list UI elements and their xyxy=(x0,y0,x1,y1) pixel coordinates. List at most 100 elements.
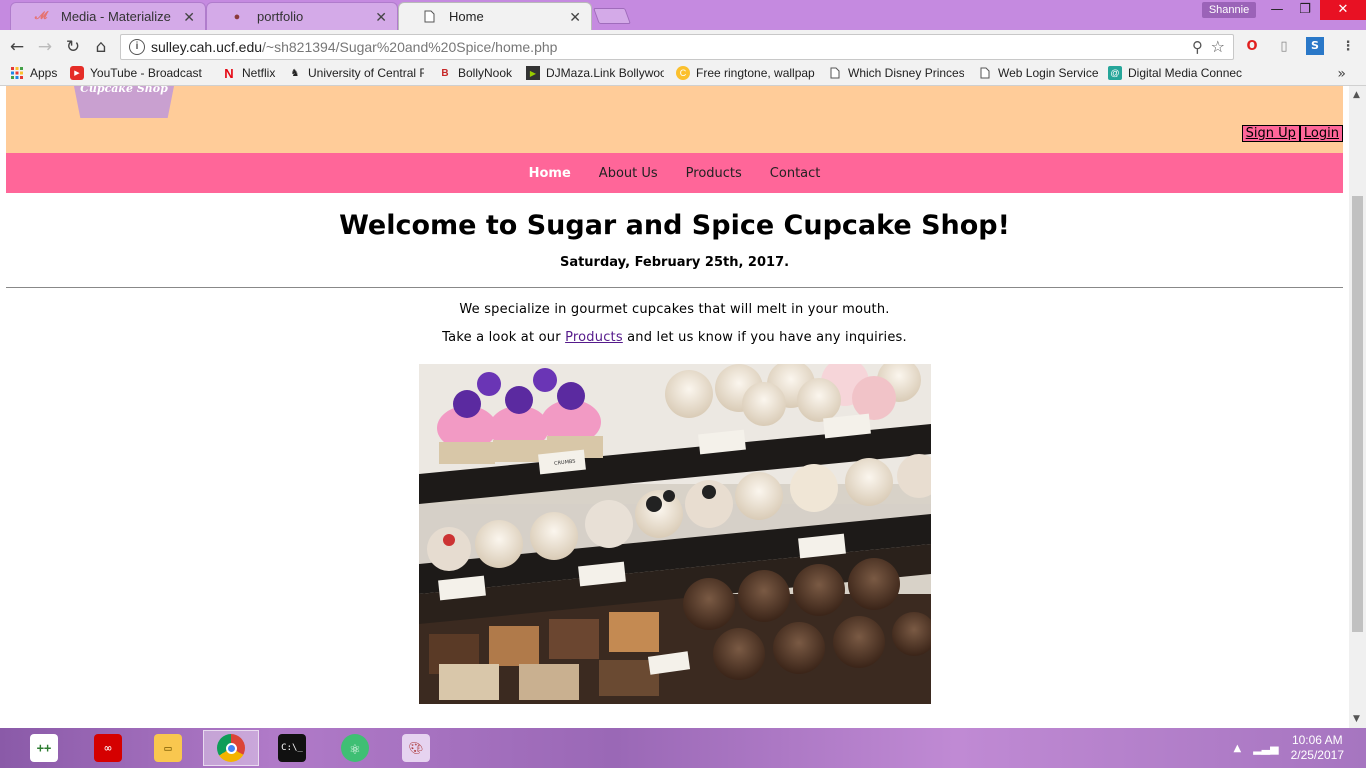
signup-link[interactable]: Sign Up xyxy=(1241,125,1300,142)
main-nav: Home About Us Products Contact xyxy=(6,153,1343,193)
paint-icon: 🎨︎ xyxy=(402,734,430,762)
taskbar-file-explorer[interactable]: ▭ xyxy=(140,730,196,766)
nav-about-us[interactable]: About Us xyxy=(599,166,658,181)
bookmark-ucf[interactable]: ♞ University of Central F xyxy=(288,66,424,80)
taskbar-notepad-plus[interactable]: ++ xyxy=(16,730,72,766)
bookmark-bollynook[interactable]: B BollyNook xyxy=(438,66,518,80)
scroll-up-icon[interactable]: ▲ xyxy=(1353,90,1360,100)
portfolio-favicon-icon: ● xyxy=(233,10,241,23)
page-icon xyxy=(828,66,842,80)
more-bookmarks-icon[interactable]: » xyxy=(1337,66,1346,82)
main-content: Welcome to Sugar and Spice Cupcake Shop!… xyxy=(6,193,1343,345)
close-tab-icon[interactable]: ✕ xyxy=(375,9,387,26)
bookmark-djmaza[interactable]: ▶ DJMaza.Link Bollywoo xyxy=(526,66,664,80)
minimize-icon[interactable]: — xyxy=(1262,0,1292,20)
bookmark-label: Free ringtone, wallpap xyxy=(696,66,815,80)
tray-expand-icon[interactable]: ▲ xyxy=(1234,743,1242,754)
profile-badge[interactable]: Shannie xyxy=(1202,2,1256,18)
address-bar[interactable]: i sulley.cah.ucf.edu/~sh821394/Sugar%20a… xyxy=(120,34,1234,60)
new-tab-button[interactable] xyxy=(593,8,631,24)
netflix-icon: N xyxy=(224,66,234,80)
close-tab-icon[interactable]: ✕ xyxy=(183,9,195,26)
nav-home[interactable]: Home xyxy=(529,166,571,181)
cta-before: Take a look at our xyxy=(442,330,566,345)
network-icon[interactable]: ▂▃▅ xyxy=(1253,742,1278,755)
taskbar-paint[interactable]: 🎨︎ xyxy=(388,730,444,766)
tab-media-materialize[interactable]: 𝓜 Media - Materialize ✕ xyxy=(10,2,206,30)
bookmark-label: Which Disney Princes xyxy=(848,66,964,80)
terminal-icon: C:\_ xyxy=(278,734,306,762)
bookmark-label: Apps xyxy=(30,66,58,80)
tab-title: portfolio xyxy=(257,9,304,24)
site-logo-text: Cupcake Shop xyxy=(80,86,168,95)
close-tab-icon[interactable]: ✕ xyxy=(569,9,581,26)
bookmark-netflix[interactable]: N Netflix xyxy=(222,66,282,80)
page-title: Welcome to Sugar and Spice Cupcake Shop! xyxy=(339,210,1010,241)
browser-tab-strip: 𝓜 Media - Materialize ✕ ● portfolio ✕ Ho… xyxy=(0,0,1366,30)
tab-title: Home xyxy=(449,9,484,24)
back-icon[interactable]: ← xyxy=(6,36,28,58)
windows-taskbar: ++ ∞ ▭ C:\_ ⚛ 🎨︎ ▲ ▂▃▅ 10:06 AM 2/25/201… xyxy=(0,728,1366,768)
reader-icon[interactable]: ▯ xyxy=(1274,37,1294,57)
page-scrollbar[interactable]: ▲ ▼ xyxy=(1349,86,1366,728)
clock-time: 10:06 AM xyxy=(1291,733,1343,747)
page-icon xyxy=(421,9,437,25)
bookmark-label: Netflix xyxy=(242,66,276,80)
materialize-favicon-icon: 𝓜 xyxy=(34,10,48,22)
bookmark-youtube[interactable]: ▶ YouTube - Broadcast xyxy=(70,66,206,80)
opera-icon[interactable]: O xyxy=(1242,37,1262,57)
chrome-icon xyxy=(217,734,245,762)
cupcake-display-photo: CRUMBS xyxy=(419,364,931,704)
auth-links: Sign Up Login xyxy=(1241,125,1343,142)
reload-icon[interactable]: ↻ xyxy=(62,36,84,58)
scroll-down-icon[interactable]: ▼ xyxy=(1353,714,1360,724)
info-icon[interactable]: i xyxy=(129,39,145,55)
youtube-icon: ▶ xyxy=(70,66,84,80)
apps-grid-icon xyxy=(10,66,24,80)
extension-icon[interactable]: S xyxy=(1306,37,1324,55)
taskbar-chrome[interactable] xyxy=(203,730,259,766)
scroll-thumb[interactable] xyxy=(1352,196,1363,632)
divider xyxy=(6,287,1343,288)
bookmark-star-icon[interactable]: ☆ xyxy=(1211,37,1225,56)
zoom-icon[interactable]: ⚲ xyxy=(1192,38,1203,56)
bookmark-label: DJMaza.Link Bollywoo xyxy=(546,66,664,80)
tab-title: Media - Materialize xyxy=(61,9,171,24)
taskbar-atom[interactable]: ⚛ xyxy=(327,730,383,766)
url-text[interactable]: sulley.cah.ucf.edu/~sh821394/Sugar%20and… xyxy=(151,39,557,55)
taskbar-terminal[interactable]: C:\_ xyxy=(264,730,320,766)
browser-toolbar: ← → ↻ ⌂ i sulley.cah.ucf.edu/~sh821394/S… xyxy=(0,30,1366,64)
products-link[interactable]: Products xyxy=(565,330,623,345)
tab-portfolio[interactable]: ● portfolio ✕ xyxy=(206,2,398,30)
file-explorer-icon: ▭ xyxy=(154,734,182,762)
bookmark-label: BollyNook xyxy=(458,66,513,80)
bookmark-apps[interactable]: Apps xyxy=(10,66,68,80)
bookmark-digital-media[interactable]: @ Digital Media Connec xyxy=(1108,66,1244,80)
bollynook-icon: B xyxy=(441,67,449,79)
nav-products[interactable]: Products xyxy=(686,166,742,181)
forward-icon[interactable]: → xyxy=(34,36,56,58)
djmaza-icon: ▶ xyxy=(526,66,540,80)
bookmark-ringtone[interactable]: C Free ringtone, wallpap xyxy=(676,66,816,80)
site-header: Cupcake Shop Sign Up Login xyxy=(6,86,1343,153)
restore-icon[interactable]: ❐ xyxy=(1290,0,1320,20)
notepad-plus-icon: ++ xyxy=(30,734,58,762)
clock-date: 2/25/2017 xyxy=(1290,748,1344,762)
tab-home[interactable]: Home ✕ xyxy=(398,2,592,30)
ringtone-icon: C xyxy=(676,66,690,80)
close-window-icon[interactable]: ✕ xyxy=(1320,0,1366,20)
bookmark-disney[interactable]: Which Disney Princes xyxy=(828,66,964,80)
bookmark-label: YouTube - Broadcast xyxy=(90,66,202,80)
system-tray: ▲ ▂▃▅ 10:06 AM 2/25/2017 xyxy=(1234,728,1366,768)
bookmark-label: University of Central F xyxy=(308,66,424,80)
menu-icon[interactable]: ⋮ xyxy=(1338,37,1358,57)
bookmark-web-login[interactable]: Web Login Service xyxy=(978,66,1100,80)
login-link[interactable]: Login xyxy=(1299,125,1343,142)
bookmark-label: Digital Media Connec xyxy=(1128,66,1243,80)
page-viewport: Cupcake Shop Sign Up Login Home About Us… xyxy=(0,86,1366,728)
ucf-icon: ♞ xyxy=(290,67,300,79)
home-icon[interactable]: ⌂ xyxy=(90,36,112,58)
taskbar-clock[interactable]: 10:06 AM 2/25/2017 xyxy=(1291,733,1344,763)
nav-contact[interactable]: Contact xyxy=(770,166,821,181)
taskbar-adobe-cc[interactable]: ∞ xyxy=(80,730,136,766)
